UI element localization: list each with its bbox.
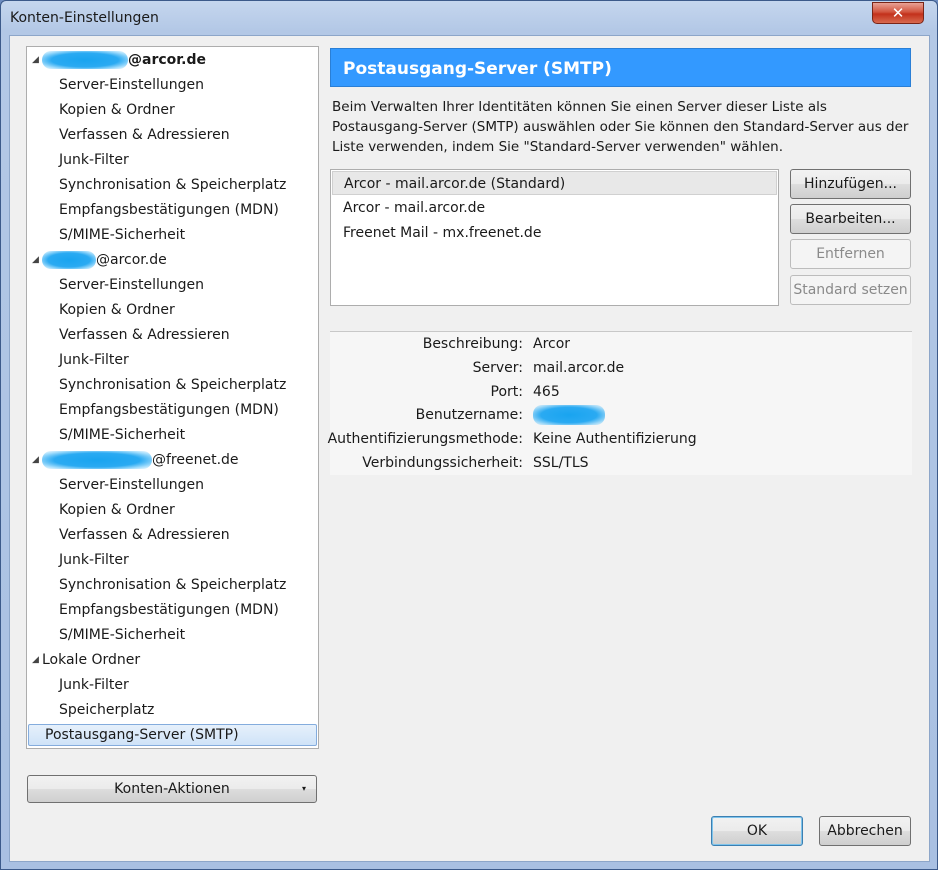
detail-value: Arcor: [533, 336, 571, 352]
tree-item[interactable]: Verfassen & Adressieren: [27, 124, 318, 146]
panel-description: Beim Verwalten Ihrer Identitäten können …: [332, 99, 909, 155]
tree-item[interactable]: Synchronisation & Speicherplatz: [27, 174, 318, 196]
account-settings-window: Konten-Einstellungen ✕ ◢ @arcor.de Server…: [0, 0, 938, 870]
tree-local-folders[interactable]: ◢ Lokale Ordner: [27, 649, 318, 671]
account-label: @arcor.de: [128, 52, 207, 68]
tree-item[interactable]: Empfangsbestätigungen (MDN): [27, 599, 318, 621]
account-label: @freenet.de: [152, 452, 239, 468]
tree-item[interactable]: Junk-Filter: [27, 549, 318, 571]
tree-item[interactable]: S/MIME-Sicherheit: [27, 624, 318, 646]
account-label: @arcor.de: [96, 252, 167, 268]
detail-row-description: Beschreibung: Arcor: [330, 332, 912, 356]
tree-item[interactable]: Server-Einstellungen: [27, 274, 318, 296]
tree-account-2[interactable]: ◢ @arcor.de: [27, 249, 318, 271]
detail-value: mail.arcor.de: [533, 360, 625, 376]
local-folders-label: Lokale Ordner: [42, 652, 141, 668]
remove-button[interactable]: Entfernen: [790, 239, 911, 269]
detail-label: Port:: [490, 384, 523, 400]
dialog-client-area: ◢ @arcor.de Server-Einstellungen Kopien &…: [9, 35, 930, 862]
detail-row-security: Verbindungssicherheit: SSL/TLS: [330, 451, 912, 475]
tree-item[interactable]: S/MIME-Sicherheit: [27, 224, 318, 246]
detail-label: Beschreibung:: [422, 336, 523, 352]
detail-value: Keine Authentifizierung: [533, 431, 697, 447]
panel-title: Postausgang-Server (SMTP): [343, 59, 612, 79]
detail-label: Benutzername:: [415, 407, 523, 423]
expand-collapse-icon[interactable]: ◢: [32, 249, 42, 271]
cancel-button[interactable]: Abbrechen: [819, 816, 911, 846]
account-actions-label: Konten-Aktionen: [114, 781, 230, 797]
server-details: Beschreibung: Arcor Server: mail.arcor.d…: [327, 331, 912, 475]
tree-item[interactable]: Synchronisation & Speicherplatz: [27, 574, 318, 596]
redacted-name: [42, 51, 128, 69]
tree-item[interactable]: Server-Einstellungen: [27, 74, 318, 96]
tree-account-3[interactable]: ◢ @freenet.de: [27, 449, 318, 471]
ok-button[interactable]: OK: [711, 816, 803, 846]
tree-item[interactable]: Junk-Filter: [27, 349, 318, 371]
detail-label: Verbindungssicherheit:: [362, 455, 523, 471]
close-button[interactable]: ✕: [872, 2, 924, 24]
detail-value: SSL/TLS: [533, 455, 589, 471]
tree-item[interactable]: Empfangsbestätigungen (MDN): [27, 199, 318, 221]
close-icon: ✕: [891, 4, 905, 22]
set-default-button[interactable]: Standard setzen: [790, 275, 911, 305]
tree-item[interactable]: Kopien & Ordner: [27, 99, 318, 121]
detail-label: Server:: [472, 360, 523, 376]
detail-row-port: Port: 465: [330, 380, 912, 404]
redacted-name: [42, 251, 96, 269]
account-actions-button[interactable]: Konten-Aktionen ▾: [27, 775, 317, 803]
detail-label: Authentifizierungsmethode:: [327, 431, 523, 447]
smtp-server-list[interactable]: Arcor - mail.arcor.de (Standard) Arcor -…: [330, 169, 779, 306]
detail-value: 465: [533, 384, 560, 400]
tree-item[interactable]: Server-Einstellungen: [27, 474, 318, 496]
tree-item[interactable]: Kopien & Ordner: [27, 299, 318, 321]
add-button[interactable]: Hinzufügen...: [790, 169, 911, 199]
expand-collapse-icon[interactable]: ◢: [32, 649, 42, 671]
tree-item[interactable]: Junk-Filter: [27, 149, 318, 171]
window-title: Konten-Einstellungen: [10, 10, 159, 26]
server-list-item[interactable]: Arcor - mail.arcor.de (Standard): [332, 171, 777, 195]
tree-item-smtp[interactable]: Postausgang-Server (SMTP): [28, 724, 317, 746]
panel-header: Postausgang-Server (SMTP): [330, 48, 911, 87]
server-list-item[interactable]: Arcor - mail.arcor.de: [332, 196, 777, 220]
account-tree[interactable]: ◢ @arcor.de Server-Einstellungen Kopien &…: [26, 46, 319, 749]
tree-item[interactable]: Empfangsbestätigungen (MDN): [27, 399, 318, 421]
tree-item[interactable]: Synchronisation & Speicherplatz: [27, 374, 318, 396]
expand-collapse-icon[interactable]: ◢: [32, 49, 42, 71]
server-list-item[interactable]: Freenet Mail - mx.freenet.de: [332, 221, 777, 245]
expand-collapse-icon[interactable]: ◢: [32, 449, 42, 471]
tree-item[interactable]: Verfassen & Adressieren: [27, 324, 318, 346]
detail-row-server: Server: mail.arcor.de: [330, 356, 912, 380]
redacted-name: [42, 451, 152, 469]
tree-account-1[interactable]: ◢ @arcor.de: [27, 49, 318, 71]
edit-button[interactable]: Bearbeiten...: [790, 204, 911, 234]
redacted-username: [533, 403, 605, 427]
tree-item[interactable]: Speicherplatz: [27, 699, 318, 721]
tree-item[interactable]: Verfassen & Adressieren: [27, 524, 318, 546]
detail-row-username: Benutzername:: [330, 403, 912, 427]
tree-item[interactable]: Kopien & Ordner: [27, 499, 318, 521]
detail-row-auth: Authentifizierungsmethode: Keine Authent…: [327, 427, 912, 451]
title-bar[interactable]: Konten-Einstellungen ✕: [1, 1, 937, 35]
tree-item[interactable]: Junk-Filter: [27, 674, 318, 696]
tree-item[interactable]: S/MIME-Sicherheit: [27, 424, 318, 446]
dropdown-arrow-icon: ▾: [301, 784, 306, 793]
